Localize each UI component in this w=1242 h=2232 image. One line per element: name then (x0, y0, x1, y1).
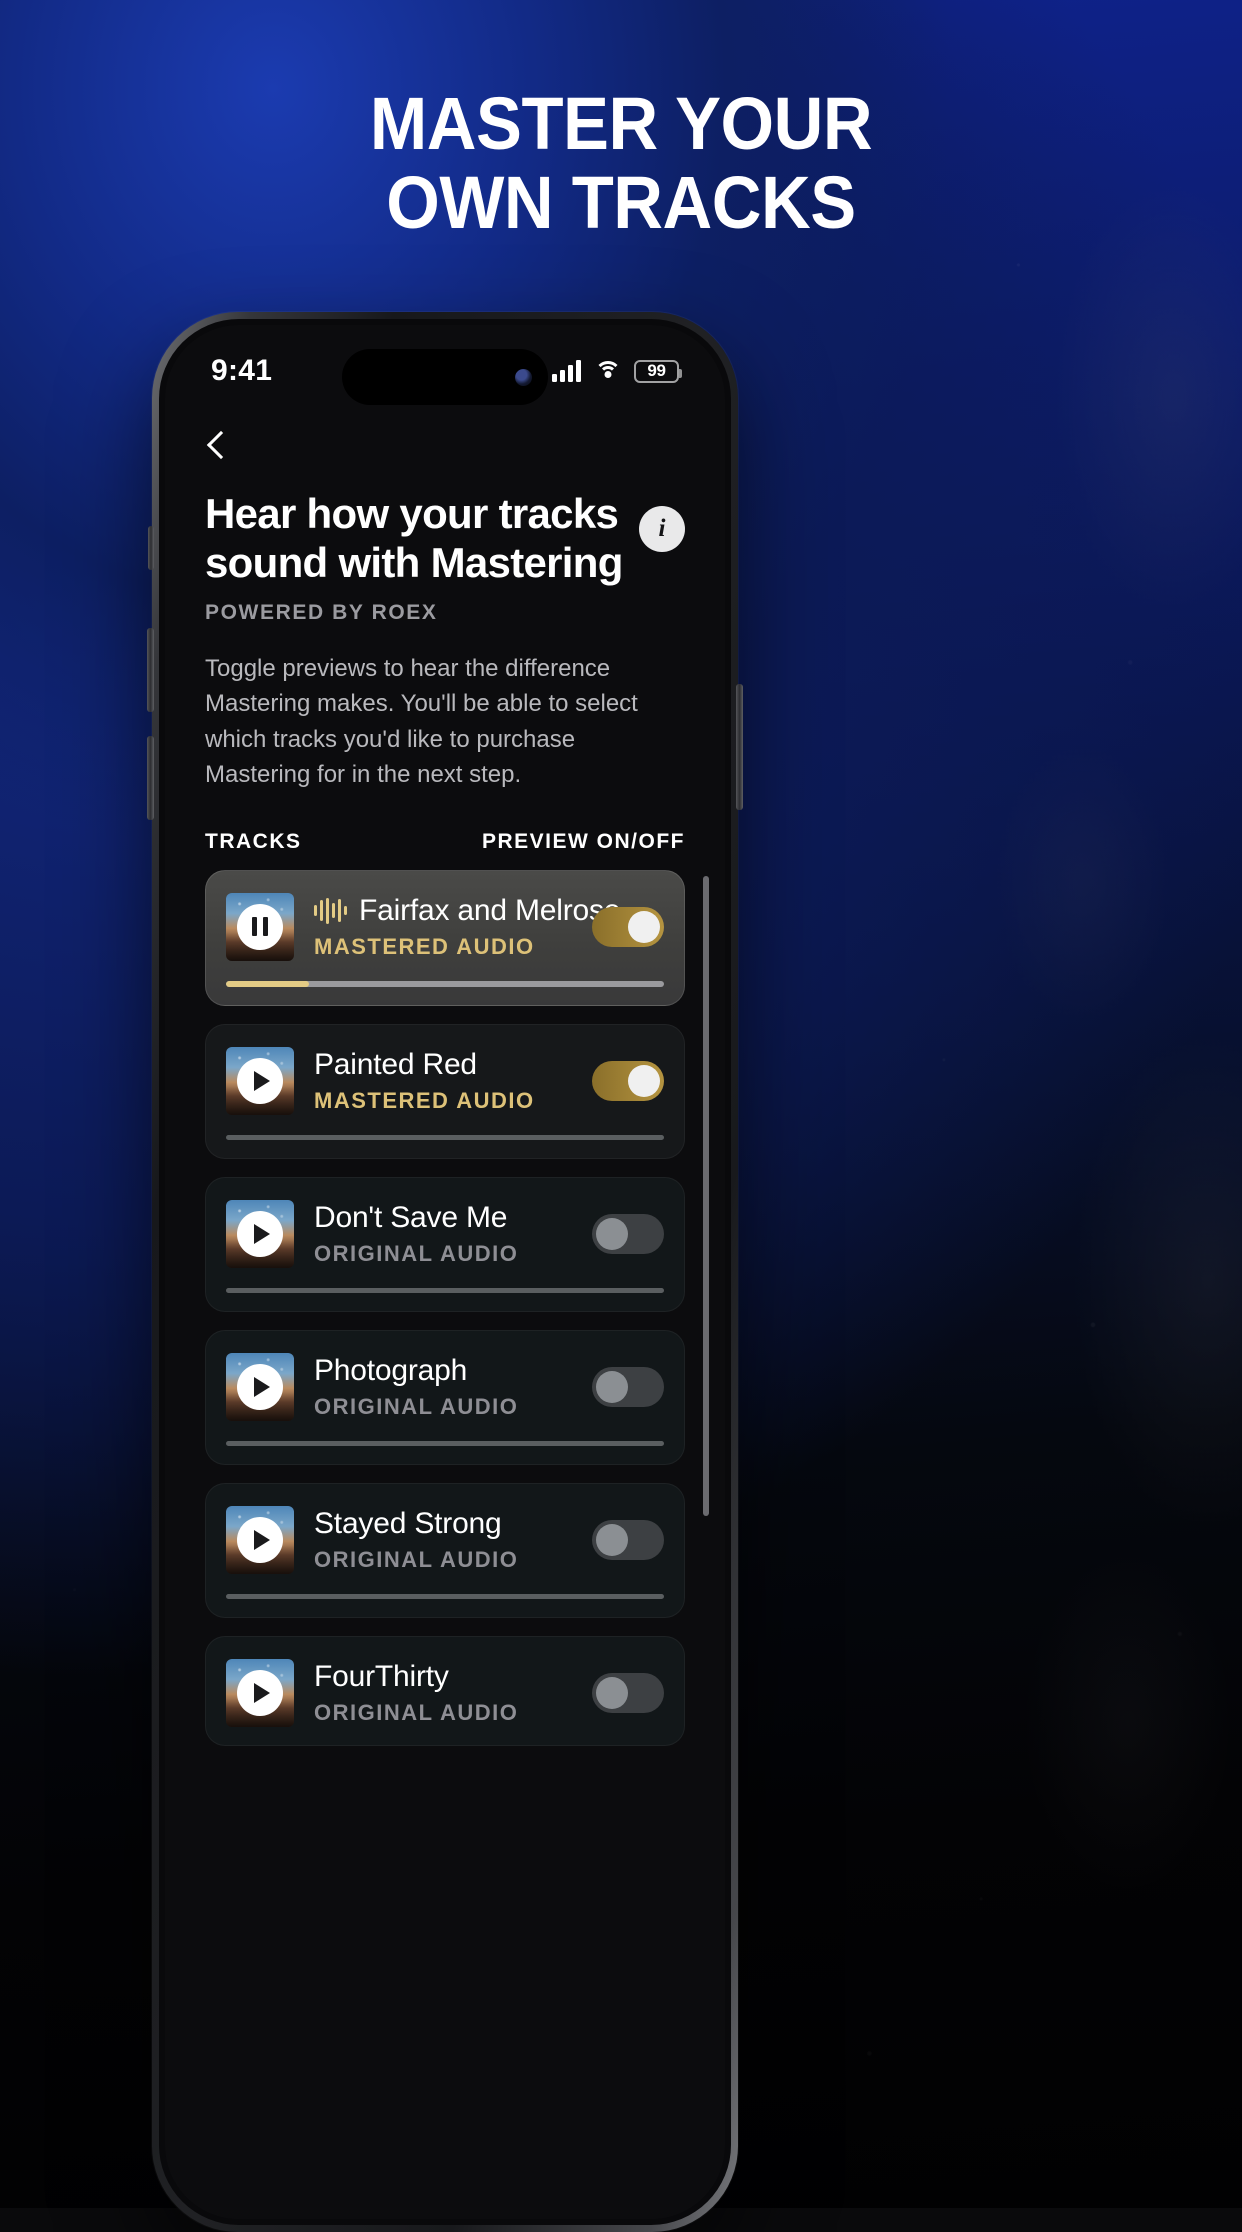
silent-switch[interactable] (148, 526, 154, 570)
preview-toggle[interactable] (592, 1366, 664, 1407)
track-subtitle: MASTERED AUDIO (314, 933, 535, 959)
play-icon[interactable] (237, 1669, 283, 1716)
track-progress-bar[interactable] (226, 1134, 664, 1140)
album-artwork (226, 1352, 294, 1421)
phone-bezel: 9:41 99 Hear how your tracks sound with … (159, 319, 731, 2225)
phone-mockup: 9:41 99 Hear how your tracks sound with … (147, 312, 743, 2232)
toggle-knob (596, 1217, 628, 1250)
track-meta: Fairfax and Melrose MASTERED AUDIO (314, 894, 621, 960)
toggle-knob (596, 1676, 628, 1709)
power-button[interactable] (736, 684, 743, 810)
track-meta: Stayed Strong ORIGINAL AUDIO (314, 1507, 572, 1573)
track-title: Don't Save Me (314, 1200, 508, 1234)
status-bar: 9:41 99 (165, 325, 725, 417)
list-header-left: TRACKS (205, 829, 302, 853)
album-artwork (226, 1658, 294, 1727)
track-title: Painted Red (314, 1047, 477, 1081)
volume-up-button[interactable] (147, 628, 154, 712)
list-header: TRACKS PREVIEW ON/OFF (165, 792, 725, 870)
preview-toggle[interactable] (592, 1519, 664, 1560)
list-fade-overlay (165, 2149, 725, 2219)
status-icons: 99 (552, 359, 682, 383)
track-meta: Don't Save Me ORIGINAL AUDIO (314, 1201, 572, 1267)
album-artwork (226, 1199, 294, 1268)
page-header: Hear how your tracks sound with Masterin… (165, 466, 725, 587)
play-icon[interactable] (237, 1516, 283, 1563)
album-artwork (226, 1505, 294, 1574)
track-card[interactable]: Painted Red MASTERED AUDIO (205, 1023, 685, 1159)
dynamic-island (342, 349, 548, 405)
back-button[interactable] (165, 417, 725, 466)
app-content: Hear how your tracks sound with Masterin… (165, 417, 725, 1746)
track-progress-bar[interactable] (226, 1593, 664, 1599)
toggle-knob (596, 1370, 628, 1403)
page-description: Toggle previews to hear the difference M… (205, 655, 638, 788)
phone-screen: 9:41 99 Hear how your tracks sound with … (165, 325, 725, 2219)
track-card[interactable]: Fairfax and Melrose MASTERED AUDIO (205, 869, 685, 1006)
list-header-right: PREVIEW ON/OFF (481, 829, 685, 853)
track-card[interactable]: FourThirty ORIGINAL AUDIO (205, 1635, 685, 1746)
track-subtitle: ORIGINAL AUDIO (314, 1393, 519, 1419)
headline-line-1: MASTER YOUR (369, 82, 873, 165)
track-title: Stayed Strong (314, 1506, 502, 1540)
preview-toggle[interactable] (592, 906, 664, 947)
volume-down-button[interactable] (147, 736, 154, 820)
tracks-list: Fairfax and Melrose MASTERED AUDIO Paint… (165, 869, 725, 1746)
track-meta: FourThirty ORIGINAL AUDIO (314, 1660, 572, 1726)
headline-line-2: OWN TRACKS (386, 161, 856, 245)
track-progress-bar[interactable] (226, 1440, 664, 1446)
poster-headline: MASTER YOUR OWN TRACKS (43, 82, 1198, 245)
cellular-signal-icon (552, 360, 581, 382)
toggle-knob (628, 910, 660, 943)
track-subtitle: ORIGINAL AUDIO (314, 1699, 519, 1725)
album-artwork (226, 1046, 294, 1115)
preview-toggle[interactable] (592, 1672, 664, 1713)
track-subtitle: ORIGINAL AUDIO (314, 1546, 519, 1572)
track-title: Fairfax and Melrose (359, 893, 621, 927)
track-progress-fill (226, 980, 310, 987)
track-subtitle: ORIGINAL AUDIO (314, 1240, 519, 1266)
battery-level: 99 (647, 361, 666, 380)
track-progress-bar[interactable] (226, 980, 664, 987)
track-progress-bar[interactable] (226, 1287, 664, 1293)
preview-toggle[interactable] (592, 1060, 664, 1101)
front-camera-icon (515, 368, 532, 386)
album-artwork (226, 892, 294, 961)
battery-icon: 99 (634, 359, 682, 383)
track-meta: Photograph ORIGINAL AUDIO (314, 1354, 572, 1420)
preview-toggle[interactable] (592, 1213, 664, 1254)
toggle-knob (628, 1064, 660, 1097)
page-title: Hear how your tracks sound with Masterin… (205, 490, 623, 586)
track-card[interactable]: Don't Save Me ORIGINAL AUDIO (205, 1176, 685, 1312)
waveform-icon (314, 897, 347, 924)
track-card[interactable]: Photograph ORIGINAL AUDIO (205, 1329, 685, 1465)
track-meta: Painted Red MASTERED AUDIO (314, 1048, 572, 1114)
status-time: 9:41 (211, 354, 273, 387)
track-title: FourThirty (314, 1659, 449, 1693)
list-scrollbar[interactable] (703, 875, 709, 1516)
track-card[interactable]: Stayed Strong ORIGINAL AUDIO (205, 1482, 685, 1618)
powered-by-label: POWERED BY ROEX (205, 601, 438, 625)
play-icon[interactable] (237, 1363, 283, 1410)
play-icon[interactable] (237, 1057, 283, 1104)
track-title: Photograph (314, 1353, 468, 1387)
track-subtitle: MASTERED AUDIO (314, 1087, 535, 1113)
toggle-knob (596, 1523, 628, 1556)
play-icon[interactable] (237, 1210, 283, 1257)
wifi-icon (594, 361, 621, 381)
info-icon[interactable]: i (639, 506, 685, 552)
chevron-left-icon (206, 430, 236, 460)
pause-icon[interactable] (237, 903, 283, 950)
